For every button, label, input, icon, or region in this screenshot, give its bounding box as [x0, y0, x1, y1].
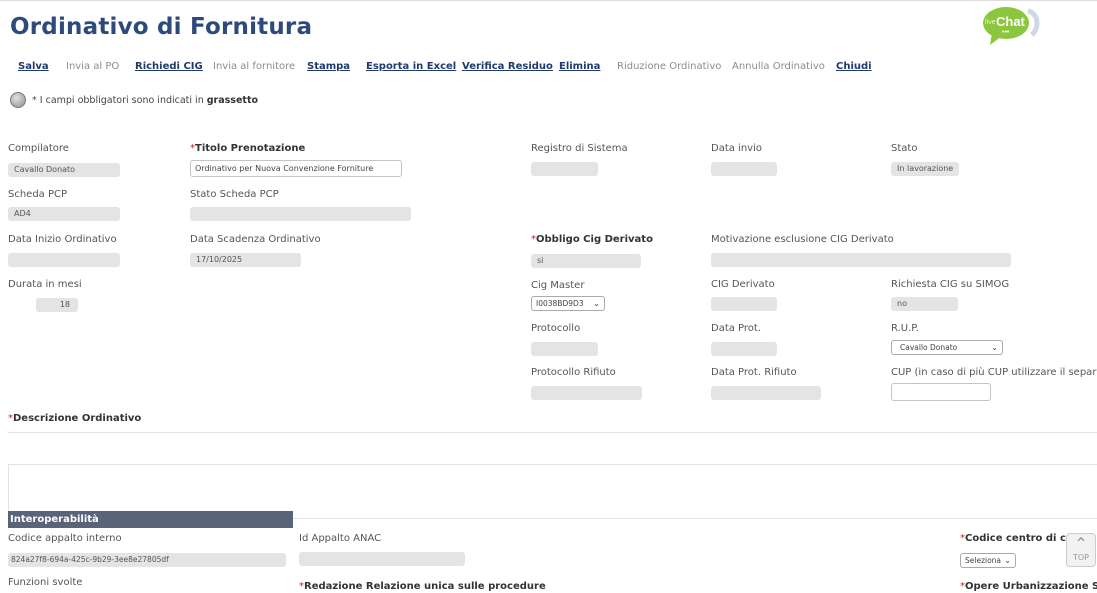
field-protocollo: [531, 342, 598, 356]
chat-prefix: live: [985, 19, 996, 26]
field-protocollo-rifiuto: [531, 386, 642, 400]
label-scheda-pcp: Scheda PCP: [8, 189, 68, 200]
field-id-appalto: [299, 552, 465, 566]
label-cup: CUP (in caso di più CUP utilizzare il se…: [891, 367, 1097, 378]
chevron-up-icon: ⌃: [1074, 534, 1088, 553]
label-obbligo-cig: *Obbligo Cig Derivato: [531, 234, 653, 245]
label-durata: Durata in mesi: [8, 279, 82, 290]
toolbar-riduzione-ordinativo: Riduzione Ordinativo: [617, 61, 722, 72]
select-cig-master[interactable]: I0038BD9D3 ⌄: [531, 296, 605, 311]
toolbar-esporta-excel[interactable]: Esporta in Excel: [366, 61, 456, 72]
toolbar-invia-fornitore: Invia al fornitore: [213, 61, 296, 72]
label-titolo: *Titolo Prenotazione: [190, 143, 306, 154]
label-protocollo-rifiuto: Protocollo Rifiuto: [531, 367, 616, 378]
label-codice-appalto: Codice appalto interno: [8, 533, 122, 544]
label-rup: R.U.P.: [891, 323, 919, 334]
select-rup[interactable]: Cavallo Donato ⌄: [891, 340, 1003, 355]
label-compilatore: Compilatore: [8, 143, 69, 154]
chevron-down-icon: ⌄: [991, 343, 998, 352]
section-divider: [293, 518, 1097, 519]
field-scheda-pcp: AD4: [8, 207, 120, 221]
label-data-scadenza: Data Scadenza Ordinativo: [190, 234, 321, 245]
top-border: [0, 0, 1097, 1]
scroll-top-button[interactable]: ⌃ TOP: [1066, 533, 1096, 567]
chat-label: Chat: [996, 14, 1026, 29]
label-redazione: *Redazione Relazione unica sulle procedu…: [299, 581, 546, 592]
field-stato-scheda-pcp: [190, 207, 411, 221]
field-stato: In lavorazione: [891, 162, 959, 176]
toolbar-richiedi-cig[interactable]: Richiedi CIG: [135, 61, 203, 72]
label-stato-scheda-pcp: Stato Scheda PCP: [190, 189, 279, 200]
label-protocollo: Protocollo: [531, 323, 581, 334]
toolbar-chiudi[interactable]: Chiudi: [836, 61, 872, 72]
top-label: TOP: [1072, 553, 1089, 562]
info-icon: [10, 92, 26, 108]
field-richiesta-cig: no: [891, 297, 958, 311]
field-data-scadenza: 17/10/2025: [190, 253, 301, 267]
label-data-invio: Data invio: [711, 143, 762, 154]
toolbar-verifica-residuo[interactable]: Verifica Residuo: [462, 61, 553, 72]
label-cig-derivato: CIG Derivato: [711, 279, 775, 290]
toolbar-salva[interactable]: Salva: [18, 61, 49, 72]
field-data-prot-rifiuto: [711, 386, 821, 400]
label-data-prot-rifiuto: Data Prot. Rifiuto: [711, 367, 797, 378]
field-titolo-input[interactable]: Ordinativo per Nuova Convenzione Fornitu…: [190, 160, 402, 177]
toolbar-invia-po: Invia al PO: [66, 61, 120, 72]
chat-bubble-icon: live Chat •••: [983, 7, 1040, 45]
chevron-down-icon: ⌄: [593, 299, 600, 308]
label-data-inizio: Data Inizio Ordinativo: [8, 234, 117, 245]
toolbar-annulla-ordinativo: Annulla Ordinativo: [732, 61, 825, 72]
section-interoperabilita-header: Interoperabilità: [8, 511, 293, 528]
select-centro-costo[interactable]: Seleziona ⌄: [960, 553, 1016, 568]
label-id-appalto: Id Appalto ANAC: [299, 533, 382, 544]
field-data-invio: [711, 162, 777, 176]
page-title: Ordinativo di Fornitura: [10, 14, 313, 40]
live-chat-button[interactable]: live Chat •••: [982, 5, 1040, 47]
field-compilatore: Cavallo Donato: [8, 163, 120, 177]
field-data-inizio: [8, 253, 120, 267]
field-codice-appalto: 824a27f8-694a-425c-9b29-3ee8e27805df: [8, 553, 286, 567]
required-fields-note: * I campi obbligatori sono indicati in g…: [32, 95, 259, 106]
field-durata: 18: [36, 298, 78, 312]
field-descrizione-textarea[interactable]: [8, 433, 1097, 463]
label-registro: Registro di Sistema: [531, 143, 628, 154]
field-cig-derivato: [711, 297, 777, 311]
svg-text:•••: •••: [1002, 29, 1010, 36]
label-cig-master: Cig Master: [531, 280, 585, 291]
descrizione-bottom-border: [8, 464, 1097, 465]
toolbar-elimina[interactable]: Elimina: [559, 61, 600, 72]
label-data-prot: Data Prot.: [711, 323, 762, 334]
field-obbligo-cig: si: [531, 254, 641, 268]
label-motivazione: Motivazione esclusione CIG Derivato: [711, 234, 894, 245]
field-cup-input[interactable]: [891, 383, 991, 401]
field-registro: [531, 162, 598, 176]
field-data-prot: [711, 342, 777, 356]
section-border: [8, 464, 9, 511]
label-stato: Stato: [891, 143, 918, 154]
field-motivazione: [711, 253, 1011, 267]
label-richiesta-cig: Richiesta CIG su SIMOG: [891, 279, 1010, 290]
label-descrizione: *Descrizione Ordinativo: [8, 413, 142, 424]
label-funzioni-svolte: Funzioni svolte: [8, 577, 83, 588]
label-opere-urbanizzazione: *Opere Urbanizzazione Scomp: [960, 581, 1097, 592]
toolbar-stampa[interactable]: Stampa: [307, 61, 350, 72]
chevron-down-icon: ⌄: [1004, 556, 1011, 565]
